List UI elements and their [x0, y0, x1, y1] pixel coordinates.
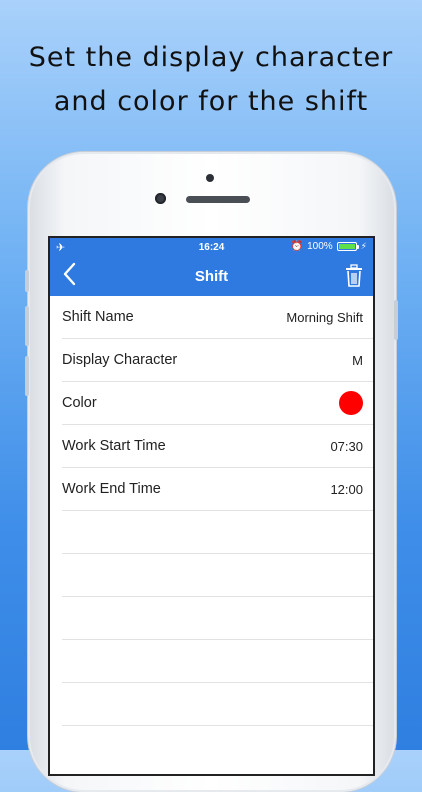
empty-row: [62, 597, 373, 640]
work-start-time-row[interactable]: Work Start Time 07:30: [62, 425, 373, 468]
mute-switch: [25, 270, 29, 292]
work-end-time-value: 12:00: [330, 481, 363, 497]
page-title: Shift: [194, 268, 229, 285]
row-label: Color: [62, 395, 97, 411]
headline-line-2: and color for the shift: [53, 86, 369, 117]
promo-headline: Set the display character and color for …: [0, 36, 422, 124]
battery-percent: 100%: [307, 241, 333, 252]
volume-down-button: [25, 356, 29, 396]
color-row[interactable]: Color: [62, 382, 373, 425]
charging-icon: ⚡: [360, 241, 367, 251]
phone-screen: ✈ 16:24 ⏰ 100% ⚡ Shift Shift Name Mornin…: [48, 236, 375, 776]
navigation-bar: Shift: [50, 258, 373, 296]
proximity-sensor: [206, 174, 214, 182]
row-label: Work Start Time: [62, 438, 166, 454]
row-label: Work End Time: [62, 481, 161, 497]
delete-button[interactable]: [345, 264, 363, 293]
work-end-time-row[interactable]: Work End Time 12:00: [62, 468, 373, 511]
status-bar: ✈ 16:24 ⏰ 100% ⚡: [50, 238, 373, 258]
trash-icon: [346, 264, 362, 287]
display-character-row[interactable]: Display Character M: [62, 339, 373, 382]
front-camera: [155, 193, 166, 204]
headline-line-1: Set the display character: [28, 42, 394, 73]
earpiece-speaker: [186, 196, 250, 203]
empty-row: [62, 511, 373, 554]
shift-name-value: Morning Shift: [286, 309, 363, 325]
shift-name-row[interactable]: Shift Name Morning Shift: [62, 296, 373, 339]
alarm-icon: ⏰: [290, 241, 304, 252]
row-label: Shift Name: [62, 309, 134, 325]
work-start-time-value: 07:30: [330, 438, 363, 454]
display-character-value: M: [352, 352, 363, 368]
shift-settings-list: Shift Name Morning Shift Display Charact…: [50, 296, 373, 726]
empty-row: [62, 554, 373, 597]
status-right: ⏰ 100% ⚡: [291, 241, 367, 252]
color-swatch[interactable]: [339, 391, 363, 415]
empty-row: [62, 683, 373, 726]
battery-icon: [336, 242, 359, 251]
row-label: Display Character: [62, 352, 178, 368]
empty-row: [62, 640, 373, 683]
volume-up-button: [25, 306, 29, 346]
power-button: [394, 300, 398, 340]
